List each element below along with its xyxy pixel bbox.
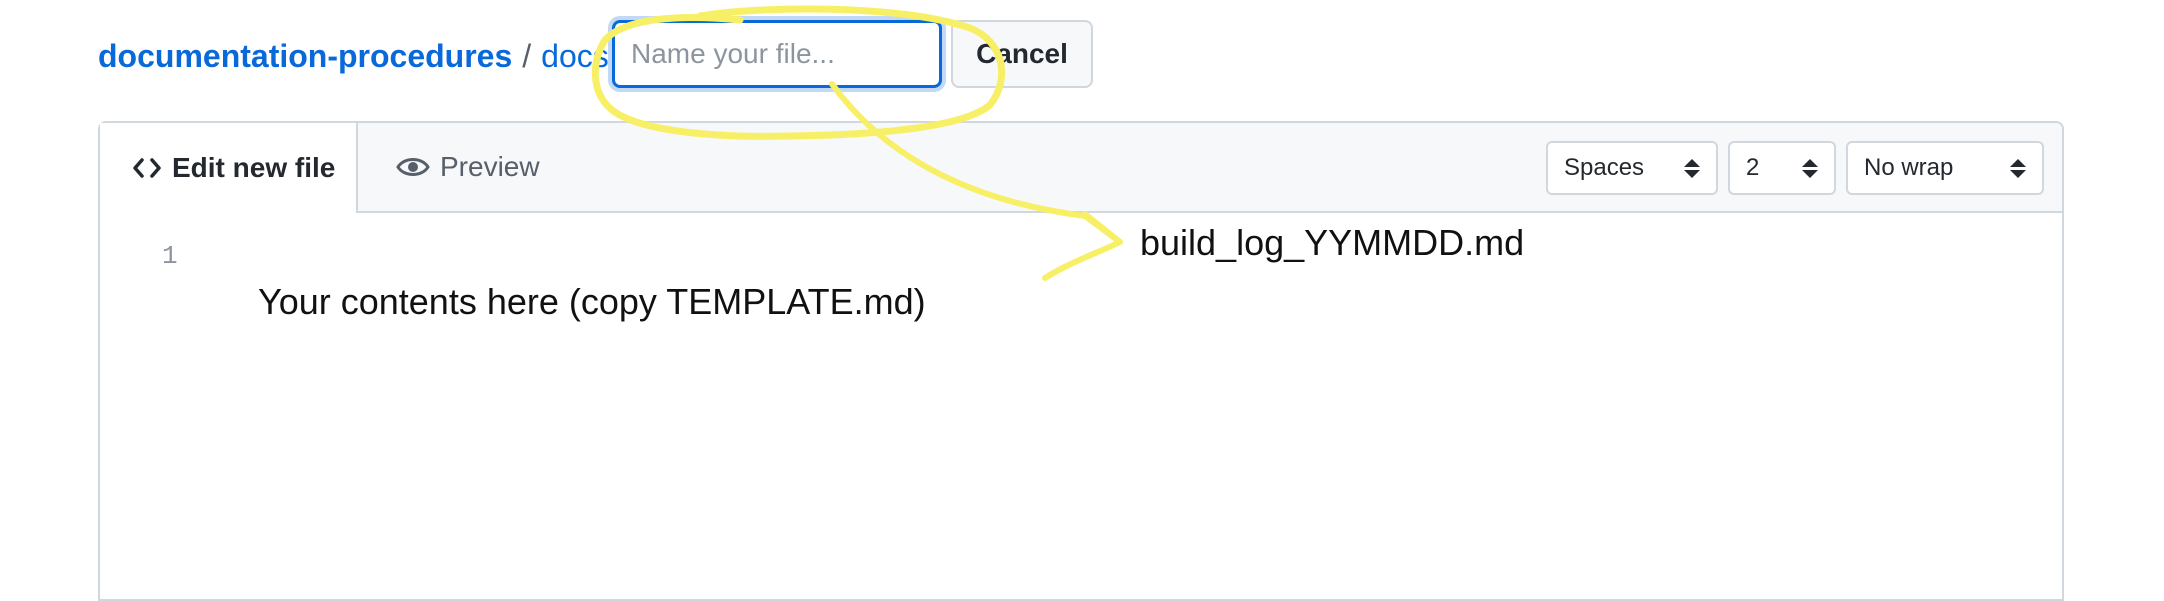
indent-mode-select[interactable]: Spaces	[1546, 141, 1718, 195]
tab-edit-label: Edit new file	[172, 152, 336, 183]
indent-size-value: 2	[1746, 154, 1760, 181]
annotation-filename-hint: build_log_YYMMDD.md	[1140, 222, 1525, 263]
new-file-page: documentation-procedures / docs / Cancel…	[0, 0, 2164, 601]
tab-edit-new-file[interactable]: Edit new file	[100, 123, 358, 213]
cancel-button[interactable]: Cancel	[951, 20, 1093, 88]
breadcrumb: documentation-procedures / docs /	[98, 30, 638, 82]
line-number: 1	[162, 241, 178, 271]
filename-input[interactable]	[612, 20, 942, 88]
indent-size-select[interactable]: 2	[1728, 141, 1836, 195]
indent-mode-value: Spaces	[1564, 154, 1645, 181]
breadcrumb-separator: /	[522, 37, 532, 74]
wrap-mode-select[interactable]: No wrap	[1846, 141, 2044, 195]
code-icon	[132, 157, 162, 179]
select-arrows-icon	[1802, 158, 1818, 178]
file-editor: Edit new file Preview Spaces 2 No wrap 1…	[98, 121, 2064, 601]
editor-text-area[interactable]: Your contents here (copy TEMPLATE.md)	[258, 281, 926, 323]
tab-preview[interactable]: Preview	[396, 123, 540, 211]
editor-header: Edit new file Preview Spaces 2 No wrap	[100, 123, 2062, 213]
wrap-mode-value: No wrap	[1864, 154, 1954, 181]
eye-icon	[396, 155, 430, 179]
select-arrows-icon	[1684, 158, 1700, 178]
breadcrumb-repo-link[interactable]: documentation-procedures	[98, 38, 512, 75]
tab-preview-label: Preview	[440, 151, 540, 182]
breadcrumb-folder-link[interactable]: docs	[541, 38, 609, 75]
select-arrows-icon	[2010, 158, 2026, 178]
